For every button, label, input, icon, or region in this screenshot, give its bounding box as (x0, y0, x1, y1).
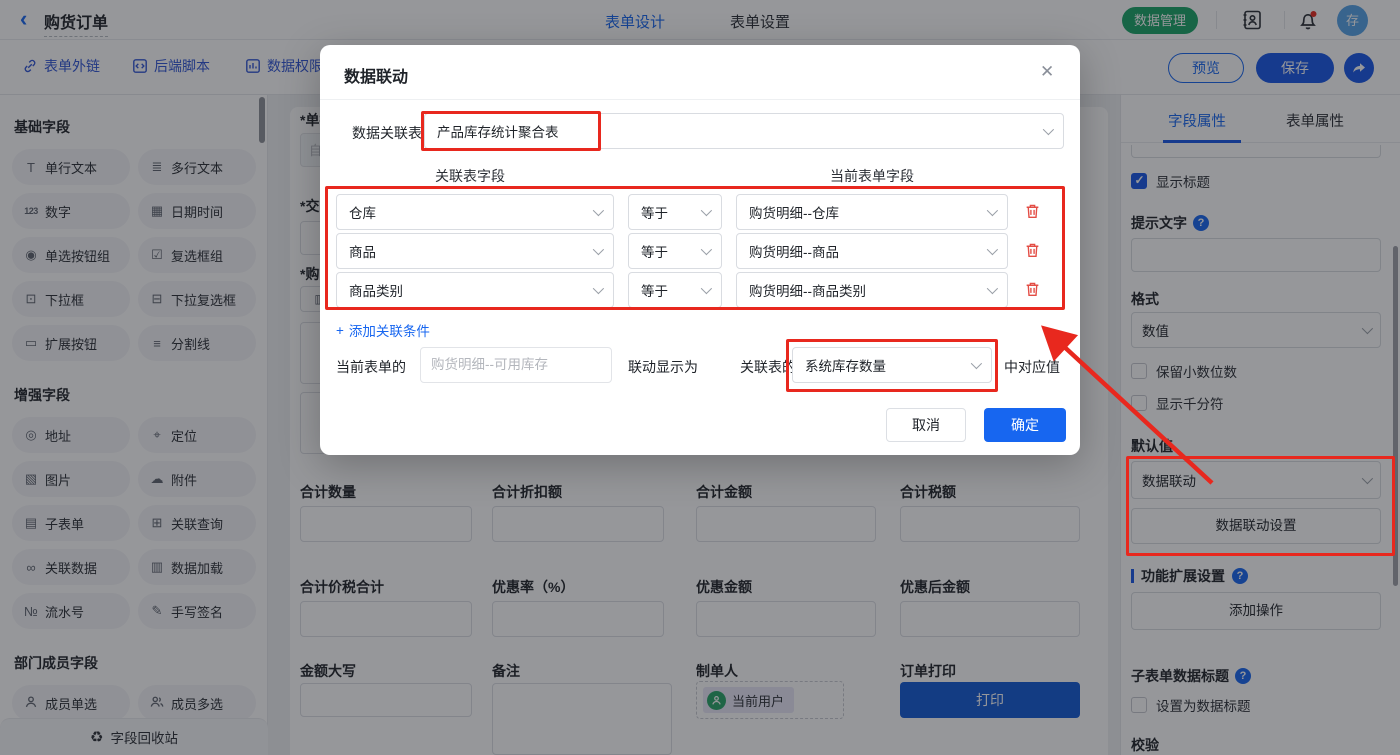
form-field-select[interactable]: 购货明细--仓库 (736, 194, 1008, 230)
chevron-down-icon (592, 204, 605, 217)
trash-icon[interactable] (1024, 242, 1042, 260)
chevron-down-icon (592, 282, 605, 295)
dialog-header: 数据联动 ✕ (320, 45, 1080, 100)
confirm-button[interactable]: 确定 (984, 408, 1066, 442)
trash-icon[interactable] (1024, 281, 1042, 299)
trash-icon[interactable] (1024, 203, 1042, 221)
chevron-down-icon (986, 204, 999, 217)
chevron-down-icon (700, 243, 713, 256)
link-field-select[interactable]: 系统库存数量 (792, 347, 992, 383)
data-linkage-dialog: 数据联动 ✕ 数据关联表 产品库存统计聚合表 关联表字段 当前表单字段 仓库 等… (320, 45, 1080, 455)
link-table-label: 数据关联表 (352, 125, 422, 141)
linked-field-select[interactable]: 仓库 (336, 194, 614, 230)
operator-select[interactable]: 等于 (628, 194, 722, 230)
corresponding-value-label: 中对应值 (1004, 359, 1060, 375)
dialog-title: 数据联动 (344, 69, 409, 86)
link-table-select[interactable]: 产品库存统计聚合表 (424, 113, 1064, 149)
linked-field-select[interactable]: 商品类别 (336, 272, 614, 308)
chevron-down-icon (986, 243, 999, 256)
operator-select[interactable]: 等于 (628, 233, 722, 269)
cancel-button[interactable]: 取消 (886, 408, 966, 442)
add-condition-link[interactable]: + 添加关联条件 (336, 320, 430, 340)
chevron-down-icon (986, 282, 999, 295)
chevron-down-icon (700, 204, 713, 217)
chevron-down-icon (1042, 123, 1055, 136)
form-field-select[interactable]: 购货明细--商品类别 (736, 272, 1008, 308)
left-column-header: 关联表字段 (435, 168, 505, 184)
link-table-of-label: 关联表的 (740, 359, 796, 375)
display-as-label: 联动显示为 (628, 359, 698, 375)
form-field-select[interactable]: 购货明细--商品 (736, 233, 1008, 269)
current-form-field-input: 购货明细--可用库存 (420, 347, 612, 383)
operator-select[interactable]: 等于 (628, 272, 722, 308)
chevron-down-icon (592, 243, 605, 256)
right-column-header: 当前表单字段 (830, 168, 914, 184)
linked-field-select[interactable]: 商品 (336, 233, 614, 269)
current-form-label: 当前表单的 (336, 359, 406, 375)
chevron-down-icon (700, 282, 713, 295)
plus-icon: + (336, 322, 344, 338)
chevron-down-icon (970, 357, 983, 370)
close-icon[interactable]: ✕ (1040, 62, 1054, 82)
